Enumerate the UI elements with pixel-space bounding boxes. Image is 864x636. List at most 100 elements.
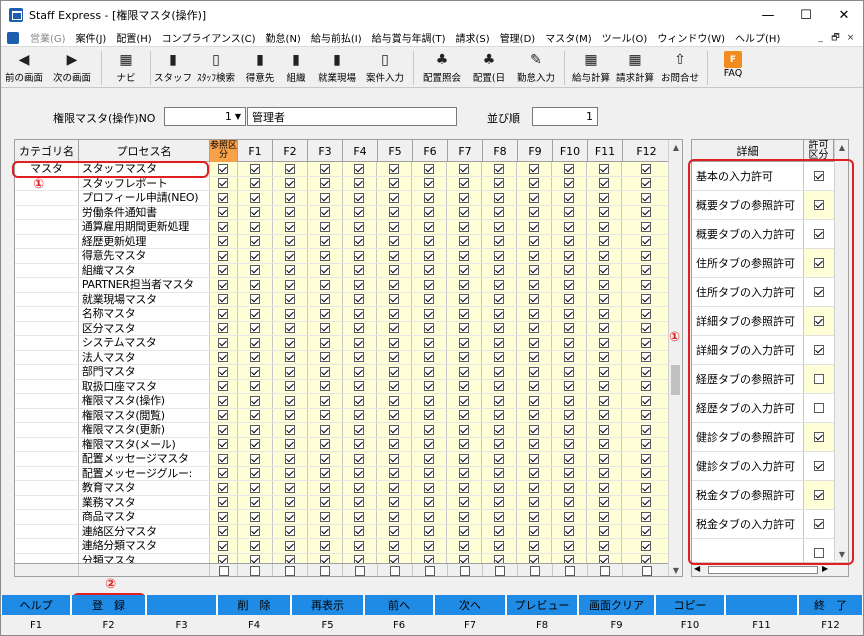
permission-checkbox[interactable] [354,468,365,479]
permission-checkbox[interactable] [319,497,330,508]
permission-checkbox[interactable] [218,279,229,290]
grid-col-13[interactable]: F11 [588,140,623,162]
permission-checkbox[interactable] [249,540,260,551]
toolbar-button-7[interactable]: ▮ 就業現場 [313,48,361,88]
permission-checkbox[interactable] [284,453,295,464]
permission-checkbox[interactable] [529,468,540,479]
permission-checkbox[interactable] [354,163,365,174]
table-row[interactable]: 取扱口座マスタ [15,379,671,394]
process-cell[interactable]: 経歴更新処理 [79,234,210,248]
permission-checkbox[interactable] [389,178,400,189]
permission-checkbox[interactable] [529,352,540,363]
permission-checkbox[interactable] [319,323,330,334]
permission-checkbox[interactable] [494,526,505,537]
permission-checkbox[interactable] [599,265,610,276]
permission-checkbox[interactable] [284,540,295,551]
menu-item-7[interactable]: 請求(S) [451,30,495,45]
permission-checkbox[interactable] [494,453,505,464]
fkey-f9[interactable]: 画面クリア F9 [578,595,655,635]
permission-checkbox[interactable] [640,352,651,363]
permission-checkbox[interactable] [599,424,610,435]
menu-item-3[interactable]: コンプライアンス(C) [157,30,261,45]
permission-checkbox[interactable] [218,540,229,551]
process-cell[interactable]: 権限マスタ(操作) [79,394,210,408]
permission-checkbox[interactable] [284,526,295,537]
menu-item-2[interactable]: 配置(H) [111,30,156,45]
permission-checkbox[interactable] [354,178,365,189]
permission-checkbox[interactable] [319,308,330,319]
fkey-f2[interactable]: 登 録 F2 [71,595,146,635]
fkey-f4[interactable]: 削 除 F4 [217,595,291,635]
scroll-up-icon[interactable]: ▲ [669,140,682,154]
permission-checkbox[interactable] [424,207,435,218]
permission-checkbox[interactable] [599,482,610,493]
footer-checkbox[interactable] [495,565,505,576]
permission-checkbox[interactable] [424,424,435,435]
fkey-button-f12[interactable]: 終 了 [798,595,863,615]
process-cell[interactable]: 就業現場マスタ [79,292,210,306]
permission-checkbox[interactable] [354,294,365,305]
permission-checkbox[interactable] [424,497,435,508]
permission-checkbox[interactable] [599,366,610,377]
menu-item-0[interactable]: 営業(G) [25,30,71,45]
permission-checkbox[interactable] [284,511,295,522]
permission-checkbox[interactable] [599,178,610,189]
maximize-button[interactable]: ☐ [787,1,825,29]
permission-checkbox[interactable] [459,352,470,363]
permission-checkbox[interactable] [249,192,260,203]
permission-checkbox[interactable] [564,337,575,348]
process-cell[interactable]: 配置メッセージマスタ [79,452,210,466]
fkey-button-f3[interactable] [146,595,217,615]
permission-checkbox[interactable] [529,178,540,189]
permission-checkbox[interactable] [354,323,365,334]
table-row[interactable]: 区分マスタ [15,321,671,336]
footer-checkbox[interactable] [565,565,575,576]
permission-checkbox[interactable] [424,163,435,174]
table-row[interactable]: 就業現場マスタ [15,292,671,307]
permission-checkbox[interactable] [249,439,260,450]
fkey-button-f8[interactable]: プレビュー [506,595,578,615]
toolbar-button-11[interactable]: ✎ 勤怠入力 [512,48,560,88]
permission-checkbox[interactable] [599,453,610,464]
permission-checkbox[interactable] [599,279,610,290]
permission-checkbox[interactable] [319,540,330,551]
permission-checkbox[interactable] [354,497,365,508]
permission-checkbox[interactable] [640,366,651,377]
permission-checkbox[interactable] [354,337,365,348]
grid-col-9[interactable]: F7 [448,140,483,162]
fkey-button-f10[interactable]: コピー [655,595,725,615]
footer-checkbox[interactable] [460,565,470,576]
permission-checkbox[interactable] [249,511,260,522]
permission-checkbox[interactable] [284,207,295,218]
permission-checkbox[interactable] [319,482,330,493]
permission-checkbox[interactable] [218,424,229,435]
grid-col-12[interactable]: F10 [553,140,588,162]
permission-checkbox[interactable] [599,163,610,174]
permission-checkbox[interactable] [640,381,651,392]
footer-checkbox[interactable] [285,565,295,576]
permission-checkbox[interactable] [424,352,435,363]
permission-checkbox[interactable] [389,250,400,261]
permission-checkbox[interactable] [640,163,651,174]
permission-checkbox[interactable] [249,526,260,537]
permission-checkbox[interactable] [389,366,400,377]
permission-checkbox[interactable] [494,410,505,421]
permission-checkbox[interactable] [564,453,575,464]
permission-checkbox[interactable] [284,439,295,450]
process-cell[interactable]: 業務マスタ [79,495,210,509]
permission-checkbox[interactable] [494,178,505,189]
table-row[interactable]: PARTNER担当者マスタ [15,278,671,293]
permission-checkbox[interactable] [424,540,435,551]
permission-checkbox[interactable] [284,424,295,435]
permission-checkbox[interactable] [640,323,651,334]
permission-checkbox[interactable] [389,468,400,479]
grid-col-3[interactable]: F1 [238,140,273,162]
permission-checkbox[interactable] [494,352,505,363]
permission-checkbox[interactable] [640,265,651,276]
permission-checkbox[interactable] [424,410,435,421]
permission-checkbox[interactable] [354,366,365,377]
permission-checkbox[interactable] [389,424,400,435]
permission-checkbox[interactable] [564,236,575,247]
fkey-f8[interactable]: プレビュー F8 [506,595,578,635]
permission-checkbox[interactable] [389,236,400,247]
